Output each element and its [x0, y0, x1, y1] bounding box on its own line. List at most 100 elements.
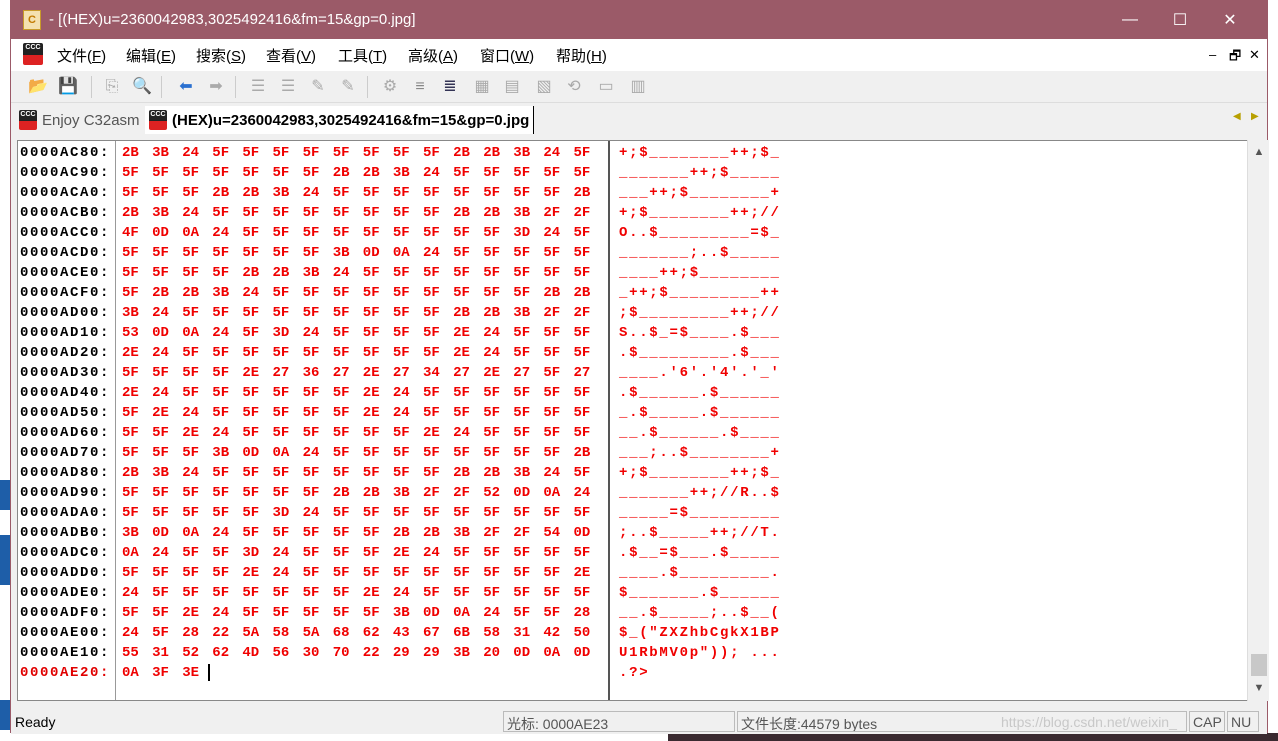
- hex-byte[interactable]: 2F: [574, 203, 598, 223]
- hex-byte[interactable]: 5F: [574, 323, 598, 343]
- hex-percent-icon[interactable]: ▧: [533, 76, 555, 98]
- hex-byte[interactable]: 5F: [303, 283, 327, 303]
- hex-byte[interactable]: 5F: [393, 323, 417, 343]
- hex-byte[interactable]: 5F: [453, 163, 477, 183]
- columns-icon[interactable]: ▥: [627, 76, 649, 98]
- hex-byte[interactable]: 5F: [303, 423, 327, 443]
- hex-byte[interactable]: 2B: [122, 463, 146, 483]
- hex-byte[interactable]: 5F: [513, 423, 537, 443]
- hex-byte[interactable]: 5F: [333, 183, 357, 203]
- hex-byte[interactable]: 5F: [543, 383, 567, 403]
- hex-byte[interactable]: 5F: [182, 303, 206, 323]
- hex-byte[interactable]: 2B: [122, 203, 146, 223]
- hex-byte[interactable]: 24: [393, 403, 417, 423]
- hex-byte[interactable]: 24: [393, 383, 417, 403]
- hex-byte[interactable]: 5F: [122, 603, 146, 623]
- hex-byte[interactable]: 5F: [543, 363, 567, 383]
- hex-byte[interactable]: 5F: [212, 563, 236, 583]
- hex-byte[interactable]: 5F: [513, 163, 537, 183]
- hex-byte[interactable]: 5F: [242, 163, 266, 183]
- hex-byte[interactable]: 5F: [423, 383, 447, 403]
- hex-byte[interactable]: 5F: [303, 223, 327, 243]
- hex-byte[interactable]: 5F: [182, 543, 206, 563]
- hex-byte[interactable]: 0A: [182, 223, 206, 243]
- hex-byte[interactable]: 5F: [333, 603, 357, 623]
- hex-byte[interactable]: 5F: [333, 583, 357, 603]
- row-ascii[interactable]: $_("ZXZhbCgkX1BP: [619, 623, 781, 643]
- hex-byte[interactable]: 5F: [393, 303, 417, 323]
- hex-byte[interactable]: 5F: [423, 143, 447, 163]
- hex-byte[interactable]: 67: [423, 623, 447, 643]
- hex-byte[interactable]: 5F: [574, 503, 598, 523]
- hex-byte[interactable]: 5F: [453, 263, 477, 283]
- hex-byte[interactable]: 58: [273, 623, 297, 643]
- row-ascii[interactable]: .$__=$___.$_____: [619, 543, 781, 563]
- hex-byte[interactable]: 0D: [513, 483, 537, 503]
- hex-byte[interactable]: 5F: [122, 563, 146, 583]
- hex-byte[interactable]: 5F: [273, 223, 297, 243]
- row-ascii[interactable]: ___;..$________+: [619, 443, 781, 463]
- hex-byte[interactable]: 2B: [333, 163, 357, 183]
- hex-byte[interactable]: 5F: [543, 423, 567, 443]
- hex-byte[interactable]: 5F: [363, 223, 387, 243]
- hex-byte[interactable]: 0A: [182, 523, 206, 543]
- hex-byte[interactable]: 5F: [483, 403, 507, 423]
- hex-byte[interactable]: 5F: [513, 503, 537, 523]
- hex-byte[interactable]: 5F: [333, 563, 357, 583]
- hex-byte[interactable]: 5F: [363, 523, 387, 543]
- hex-byte[interactable]: 70: [333, 643, 357, 663]
- hex-byte[interactable]: 24: [182, 463, 206, 483]
- hex-byte[interactable]: 5F: [212, 163, 236, 183]
- close-button[interactable]: ✕: [1207, 1, 1253, 39]
- hex-byte[interactable]: 3B: [513, 463, 537, 483]
- hex-byte[interactable]: 2F: [543, 203, 567, 223]
- hex-byte[interactable]: 3E: [182, 663, 206, 683]
- hex-byte[interactable]: 5F: [242, 583, 266, 603]
- hex-byte[interactable]: 2F: [513, 523, 537, 543]
- hex-byte[interactable]: 0A: [543, 643, 567, 663]
- hex-byte[interactable]: 5F: [513, 243, 537, 263]
- hex-byte[interactable]: 5F: [363, 143, 387, 163]
- hex-byte[interactable]: 5F: [212, 263, 236, 283]
- hex-byte[interactable]: 5F: [423, 223, 447, 243]
- hex-byte[interactable]: 5F: [363, 603, 387, 623]
- hex-byte[interactable]: 0A: [453, 603, 477, 623]
- hex-byte[interactable]: 2B: [273, 263, 297, 283]
- hex-byte[interactable]: 2E: [363, 403, 387, 423]
- hex-byte[interactable]: 5F: [483, 183, 507, 203]
- hex-byte[interactable]: 5F: [303, 563, 327, 583]
- menu-item-f[interactable]: 文件(F): [57, 45, 106, 66]
- hex-byte[interactable]: 5F: [513, 323, 537, 343]
- hex-byte[interactable]: 29: [423, 643, 447, 663]
- row-ascii[interactable]: _____=$_________: [619, 503, 781, 523]
- hex-byte[interactable]: 5F: [543, 243, 567, 263]
- hex-byte[interactable]: 5F: [423, 183, 447, 203]
- hex-byte[interactable]: 5F: [303, 163, 327, 183]
- hex-byte[interactable]: 5F: [543, 323, 567, 343]
- hex-byte[interactable]: 5F: [333, 323, 357, 343]
- hex-byte[interactable]: 5F: [303, 483, 327, 503]
- hex-byte[interactable]: 5F: [483, 443, 507, 463]
- hex-byte[interactable]: 3B: [333, 243, 357, 263]
- hex-byte[interactable]: 2E: [363, 363, 387, 383]
- hex-byte[interactable]: 5F: [273, 463, 297, 483]
- hex-byte[interactable]: 5F: [513, 543, 537, 563]
- hex-byte[interactable]: 2E: [363, 583, 387, 603]
- hex-byte[interactable]: 5F: [212, 403, 236, 423]
- hex-byte[interactable]: 24: [543, 463, 567, 483]
- menu-item-s[interactable]: 搜索(S): [196, 45, 246, 66]
- hex-byte[interactable]: 5F: [303, 343, 327, 363]
- hex-byte[interactable]: 2B: [212, 183, 236, 203]
- hex-byte[interactable]: 5F: [393, 463, 417, 483]
- hex-byte[interactable]: 43: [393, 623, 417, 643]
- hex-editor[interactable]: 0000AC80: 2B 3B 24 5F 5F 5F 5F 5F 5F 5F 5F 2B 2B 3B 24 5…: [17, 140, 1247, 701]
- hex-byte[interactable]: 2E: [242, 363, 266, 383]
- hex-byte[interactable]: 5F: [423, 263, 447, 283]
- hex-byte[interactable]: 5F: [543, 563, 567, 583]
- hex-byte[interactable]: 5F: [122, 443, 146, 463]
- hex-byte[interactable]: 4D: [242, 643, 266, 663]
- hex-byte[interactable]: 5F: [152, 183, 176, 203]
- hex-byte[interactable]: 27: [273, 363, 297, 383]
- hex-byte[interactable]: 24: [182, 143, 206, 163]
- hex-byte[interactable]: 5F: [363, 503, 387, 523]
